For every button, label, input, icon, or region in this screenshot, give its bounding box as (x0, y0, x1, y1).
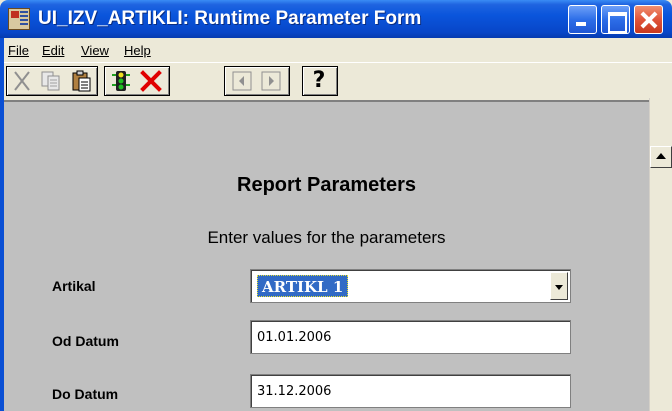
do-datum-label: Do Datum (52, 386, 119, 402)
od-datum-value: 01.01.2006 (257, 330, 332, 345)
maximize-button[interactable] (601, 5, 630, 34)
menu-help-label: Help (124, 43, 151, 58)
artikal-selected-value: ARTIKL 1 (257, 275, 349, 297)
window-title: UI_IZV_ARTIKLI: Runtime Parameter Form (38, 8, 422, 29)
close-button[interactable] (634, 5, 663, 34)
minimize-button[interactable] (568, 5, 597, 34)
menu-view[interactable]: View (81, 43, 109, 58)
parameter-form: Report Parameters Enter values for the p… (4, 100, 649, 411)
menu-view-label: View (81, 43, 109, 58)
form-title: Report Parameters (237, 174, 416, 196)
cancel-icon[interactable] (139, 69, 163, 93)
app-icon[interactable] (8, 8, 30, 30)
toolbar-group-clipboard (6, 66, 98, 96)
chevron-down-icon[interactable] (550, 272, 568, 300)
title-bar[interactable]: UI_IZV_ARTIKLI: Runtime Parameter Form (0, 0, 672, 38)
od-datum-label: Od Datum (52, 333, 119, 349)
toolbar-group-navigation (224, 66, 290, 96)
toolbar: ? (4, 62, 672, 98)
menu-file-label: File (8, 43, 29, 58)
od-datum-field[interactable]: 01.01.2006 (250, 320, 571, 354)
vertical-scrollbar[interactable] (649, 98, 672, 411)
paste-icon[interactable] (69, 69, 93, 93)
help-icon[interactable]: ? (307, 69, 331, 93)
menu-bar: File Edit View Help (4, 38, 672, 62)
menu-file[interactable]: File (8, 43, 29, 58)
cut-icon[interactable] (10, 69, 34, 93)
previous-page-icon[interactable] (230, 69, 254, 93)
menu-edit[interactable]: Edit (42, 43, 64, 58)
next-page-icon[interactable] (259, 69, 283, 93)
do-datum-field[interactable]: 31.12.2006 (250, 374, 571, 408)
toolbar-group-help: ? (302, 66, 338, 96)
artikal-label: Artikal (52, 278, 96, 294)
toolbar-group-run (104, 66, 170, 96)
form-subtitle: Enter values for the parameters (207, 228, 446, 247)
menu-help[interactable]: Help (124, 43, 151, 58)
copy-icon[interactable] (39, 69, 63, 93)
artikal-dropdown[interactable]: ARTIKL 1 (250, 269, 571, 303)
do-datum-value: 31.12.2006 (257, 384, 332, 399)
menu-edit-label: Edit (42, 43, 65, 58)
scroll-up-icon[interactable] (650, 146, 672, 168)
run-report-icon[interactable] (109, 69, 133, 93)
